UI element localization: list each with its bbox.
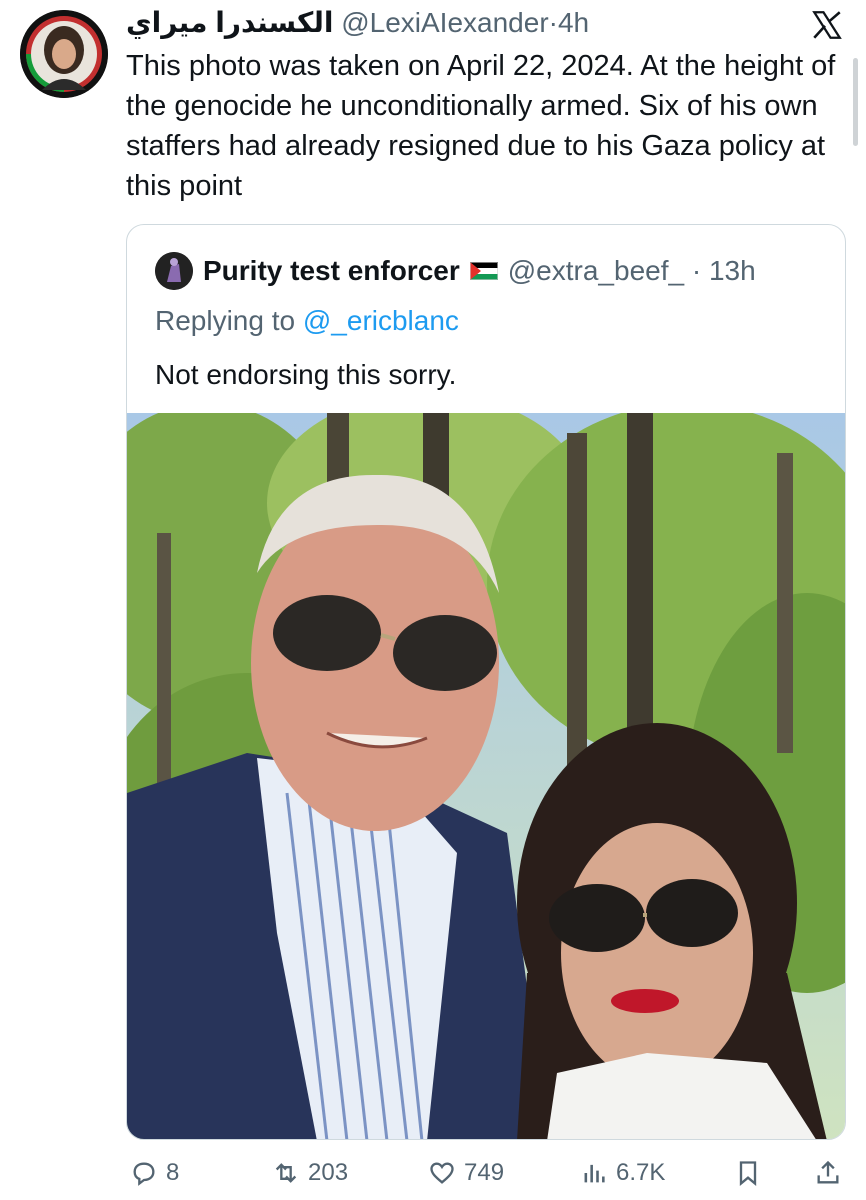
reply-count: 8 [166, 1159, 180, 1186]
reply-icon [133, 1162, 155, 1186]
reply-mention-link[interactable]: @_ericblanc [303, 305, 459, 336]
share-icon [817, 1160, 839, 1184]
palestine-flag-icon [469, 262, 498, 280]
author-avatar[interactable] [20, 10, 108, 98]
quoted-separator-dot: · [691, 255, 702, 286]
repost-button[interactable]: 203 [272, 1150, 348, 1196]
quoted-author-avatar[interactable] [155, 252, 193, 290]
quoted-author-name[interactable]: Purity test enforcer [203, 251, 460, 291]
heart-icon [430, 1162, 454, 1184]
replying-to: Replying to @_ericblanc [155, 305, 459, 337]
scrollbar[interactable] [853, 58, 858, 146]
replying-to-label: Replying to [155, 305, 296, 336]
like-count: 749 [464, 1159, 505, 1186]
quoted-time[interactable]: 13h [709, 251, 756, 291]
quoted-tweet[interactable]: Purity test enforcer @extra_beef_ · 13h … [126, 224, 846, 1140]
quoted-header: Purity test enforcer @extra_beef_ · 13h [155, 251, 756, 291]
share-button[interactable] [814, 1150, 850, 1196]
quoted-author-handle[interactable]: @extra_beef_ [508, 251, 684, 291]
separator-dot: · [548, 7, 558, 38]
repost-count: 203 [308, 1159, 349, 1186]
views-count: 6.7K [616, 1159, 666, 1186]
quoted-text: Not endorsing this sorry. [155, 359, 457, 390]
views-button[interactable]: 6.7K [580, 1150, 665, 1196]
x-logo-icon[interactable] [810, 8, 844, 42]
action-bar: 8 203 749 6.7K [126, 1150, 846, 1196]
views-icon [584, 1164, 605, 1183]
tweet-header: الكسندرا ميراي @LexiAIexander·4h [126, 4, 589, 42]
bookmark-button[interactable] [734, 1150, 770, 1196]
author-handle[interactable]: @LexiAIexander [341, 7, 548, 38]
author-name[interactable]: الكسندرا ميراي [126, 7, 333, 38]
reply-button[interactable]: 8 [130, 1150, 179, 1196]
repost-icon [275, 1163, 297, 1183]
tweet-time[interactable]: 4h [558, 7, 589, 38]
tweet-text: This photo was taken on April 22, 2024. … [126, 50, 836, 202]
like-button[interactable]: 749 [428, 1150, 504, 1196]
bookmark-icon [739, 1161, 757, 1186]
quoted-photo[interactable] [127, 413, 845, 1139]
